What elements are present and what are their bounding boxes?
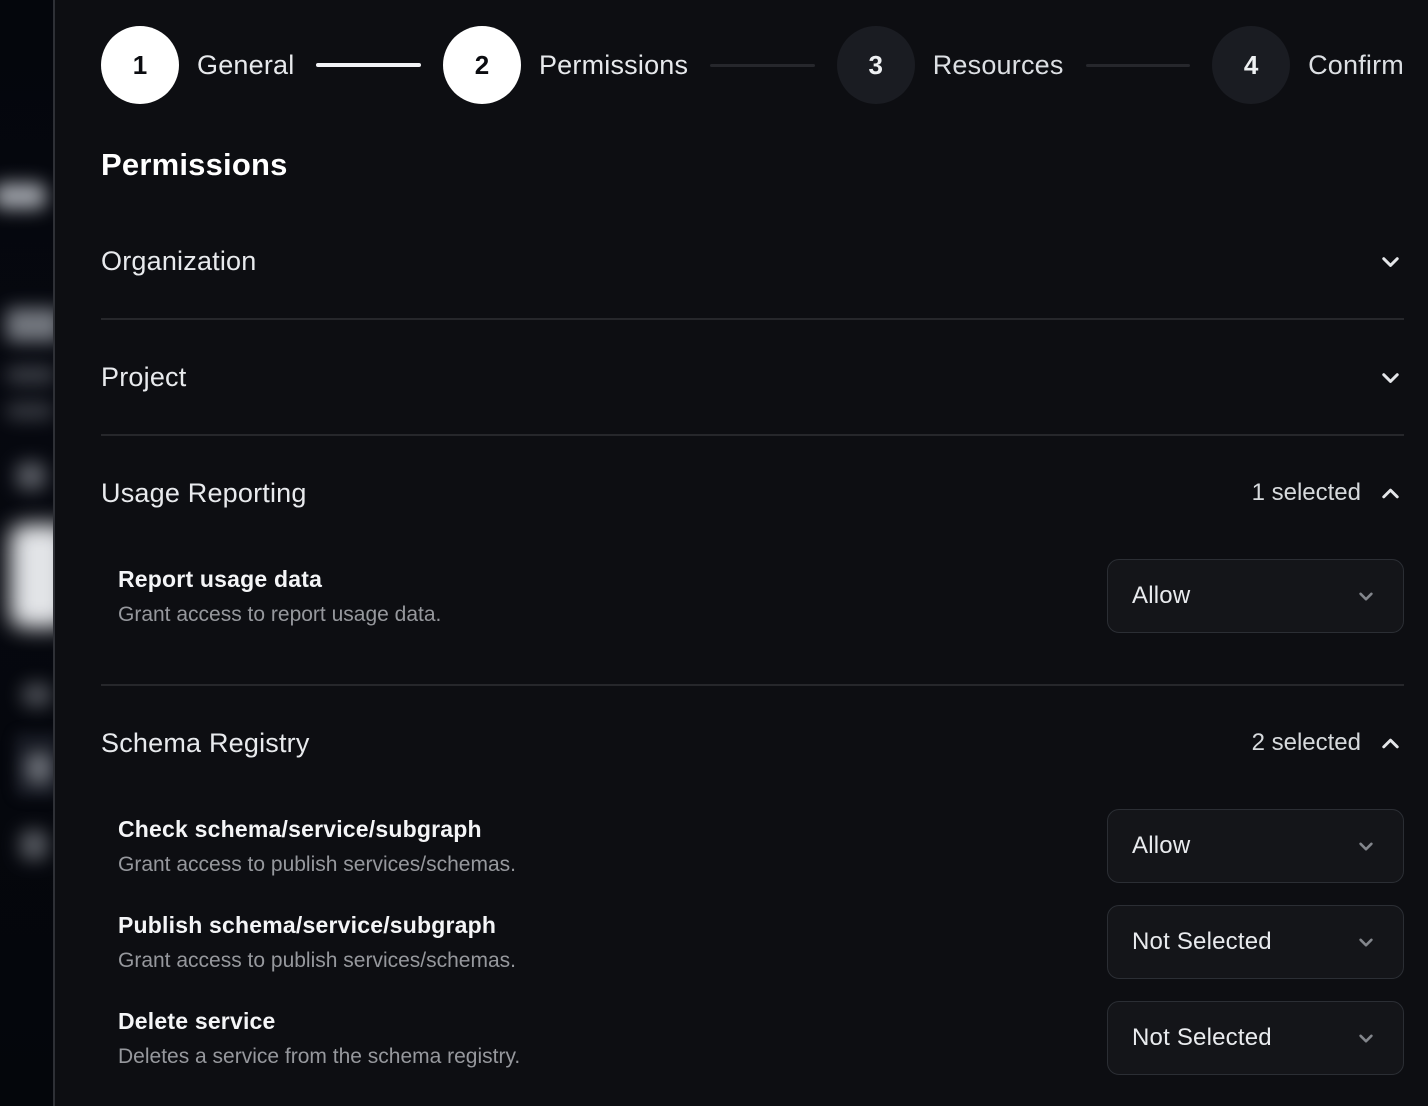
blurred-heading <box>6 308 53 342</box>
blurred-text-line <box>20 830 48 860</box>
step-permissions[interactable]: 2 Permissions <box>443 26 688 104</box>
section-schema-registry-header[interactable]: Schema Registry 2 selected <box>101 686 1404 760</box>
chevron-down-icon <box>1377 364 1404 391</box>
blurred-icon <box>16 462 46 490</box>
permission-title: Delete service <box>118 1007 520 1036</box>
selected-count-badge: 1 selected <box>1252 479 1361 507</box>
blurred-logo <box>0 183 46 209</box>
permission-row-report-usage-data: Report usage data Grant access to report… <box>118 559 1404 633</box>
page-title: Permissions <box>101 146 1404 184</box>
chevron-down-icon <box>1353 583 1379 609</box>
section-usage-reporting-title: Usage Reporting <box>101 476 307 510</box>
permission-text: Publish schema/service/subgraph Grant ac… <box>118 911 516 974</box>
step-confirm[interactable]: 4 Confirm <box>1212 26 1404 104</box>
chevron-down-icon <box>1353 929 1379 955</box>
permission-description: Grant access to publish services/schemas… <box>118 947 516 974</box>
section-usage-reporting-controls: 1 selected <box>1252 479 1404 507</box>
permission-description: Grant access to publish services/schemas… <box>118 851 516 878</box>
permission-rows: Report usage data Grant access to report… <box>101 510 1404 684</box>
chevron-up-icon <box>1377 480 1404 507</box>
dropdown-value: Not Selected <box>1132 928 1272 956</box>
chevron-down-icon <box>1353 1025 1379 1051</box>
permission-row-publish-schema: Publish schema/service/subgraph Grant ac… <box>118 905 1404 979</box>
permission-row-delete-service: Delete service Deletes a service from th… <box>118 1001 1404 1075</box>
dropdown-value: Allow <box>1132 832 1190 860</box>
step-general-label: General <box>197 50 294 81</box>
step-resources-circle: 3 <box>837 26 915 104</box>
permission-dropdown-report-usage-data[interactable]: Allow <box>1107 559 1404 633</box>
section-schema-registry: Schema Registry 2 selected Check schema/… <box>101 686 1404 1075</box>
permission-title: Check schema/service/subgraph <box>118 815 516 844</box>
section-organization-title: Organization <box>101 244 257 278</box>
permission-rows: Check schema/service/subgraph Grant acce… <box>101 760 1404 1075</box>
permission-dropdown-delete-service[interactable]: Not Selected <box>1107 1001 1404 1075</box>
permission-title: Report usage data <box>118 565 441 594</box>
section-organization-controls <box>1377 248 1404 275</box>
step-general[interactable]: 1 General <box>101 26 294 104</box>
blurred-text-line <box>6 366 53 384</box>
step-resources[interactable]: 3 Resources <box>837 26 1064 104</box>
section-schema-registry-title: Schema Registry <box>101 726 310 760</box>
step-permissions-circle: 2 <box>443 26 521 104</box>
section-usage-reporting: Usage Reporting 1 selected Report usage … <box>101 436 1404 686</box>
step-confirm-circle: 4 <box>1212 26 1290 104</box>
permission-row-check-schema: Check schema/service/subgraph Grant acce… <box>118 809 1404 883</box>
stepper-connector <box>710 64 815 67</box>
permission-text: Check schema/service/subgraph Grant acce… <box>118 815 516 878</box>
section-organization: Organization <box>101 184 1404 320</box>
blurred-text-line <box>6 402 53 420</box>
dropdown-value: Allow <box>1132 582 1190 610</box>
stepper-connector <box>1086 64 1191 67</box>
selected-count-badge: 2 selected <box>1252 729 1361 757</box>
app-root: 1 General 2 Permissions 3 Resources 4 Co… <box>0 0 1428 1106</box>
section-schema-registry-controls: 2 selected <box>1252 729 1404 757</box>
step-permissions-label: Permissions <box>539 50 688 81</box>
chevron-up-icon <box>1377 730 1404 757</box>
step-resources-label: Resources <box>933 50 1064 81</box>
blurred-card <box>10 524 53 628</box>
section-organization-header[interactable]: Organization <box>101 184 1404 318</box>
permission-dropdown-publish-schema[interactable]: Not Selected <box>1107 905 1404 979</box>
wizard-stepper: 1 General 2 Permissions 3 Resources 4 Co… <box>101 26 1404 104</box>
permission-dropdown-check-schema[interactable]: Allow <box>1107 809 1404 883</box>
create-token-wizard-panel: 1 General 2 Permissions 3 Resources 4 Co… <box>53 0 1428 1106</box>
step-general-circle: 1 <box>101 26 179 104</box>
section-usage-reporting-header[interactable]: Usage Reporting 1 selected <box>101 436 1404 510</box>
permission-description: Grant access to report usage data. <box>118 601 441 628</box>
blurred-sidebar-backdrop <box>0 0 53 1106</box>
permission-text: Delete service Deletes a service from th… <box>118 1007 520 1070</box>
dropdown-value: Not Selected <box>1132 1024 1272 1052</box>
permission-title: Publish schema/service/subgraph <box>118 911 516 940</box>
section-project-title: Project <box>101 360 186 394</box>
chevron-down-icon <box>1353 833 1379 859</box>
stepper-connector-done <box>316 63 421 67</box>
section-project-controls <box>1377 364 1404 391</box>
chevron-down-icon <box>1377 248 1404 275</box>
permission-text: Report usage data Grant access to report… <box>118 565 441 628</box>
blurred-text-line <box>26 752 52 784</box>
section-project-header[interactable]: Project <box>101 320 1404 434</box>
blurred-text-line <box>22 683 52 707</box>
section-project: Project <box>101 320 1404 436</box>
step-confirm-label: Confirm <box>1308 50 1404 81</box>
permission-description: Deletes a service from the schema regist… <box>118 1043 520 1070</box>
